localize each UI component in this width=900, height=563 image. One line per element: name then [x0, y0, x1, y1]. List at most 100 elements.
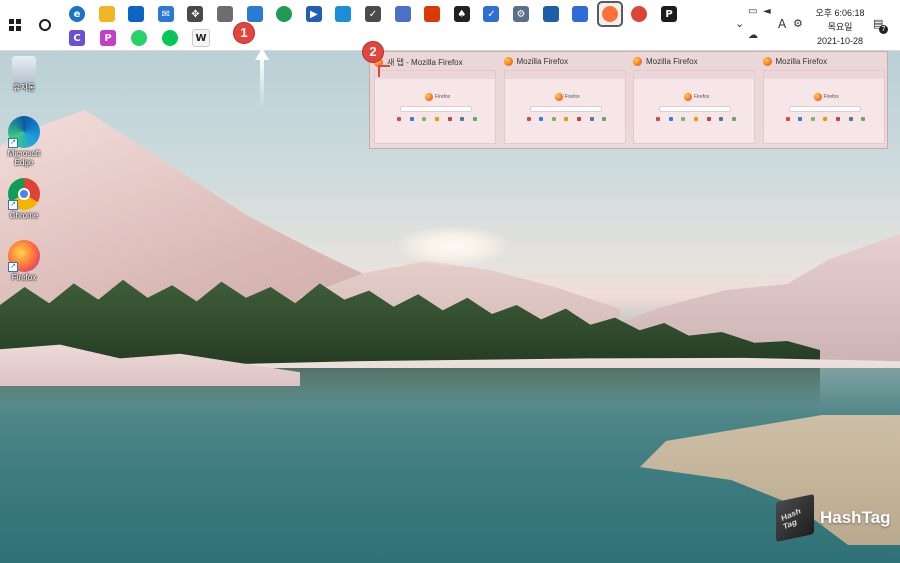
taskbar-app-picsart[interactable]: P	[97, 27, 119, 49]
taskbar-app-todo[interactable]: ✓	[480, 3, 502, 25]
calendar-icon	[572, 6, 589, 22]
taskbar-app-mail[interactable]: ✉	[155, 3, 177, 25]
line-icon	[162, 30, 178, 46]
shortcut-arrow-icon: ↗	[8, 262, 18, 272]
arrow-head-icon	[255, 48, 269, 60]
taskbar-app-file-explorer[interactable]	[96, 3, 118, 25]
clock-day: 목요일	[827, 22, 853, 32]
taskbar-app-solitaire[interactable]: ♠	[451, 3, 473, 25]
thumbnail-title-text: Mozilla Firefox	[646, 57, 698, 66]
taskbar-app-office[interactable]	[421, 3, 443, 25]
volume-icon[interactable]: ◄	[763, 6, 771, 17]
taskbar-app-wikipedia[interactable]: W	[190, 27, 212, 49]
top-site-icon	[460, 117, 465, 121]
clock[interactable]: 오후 6:06:18 목요일 2021-10-28	[800, 6, 880, 48]
up-arrow-annotation	[260, 54, 264, 110]
taskbar-app-calendar[interactable]	[569, 3, 591, 25]
desktop-icon-label: Microsoft Edge	[7, 149, 41, 167]
thumbnail-window-3[interactable]: Mozilla Firefox Firefox	[629, 52, 757, 148]
clock-time: 오후 6:06:18	[815, 8, 865, 18]
chevron-up-icon[interactable]: ⌄	[735, 17, 744, 30]
start-button[interactable]	[9, 19, 21, 31]
picsart-icon: P	[100, 30, 116, 46]
browser-toolbar	[504, 71, 625, 79]
taskbar-app-whatsapp[interactable]	[128, 27, 150, 49]
browser-toolbar	[375, 71, 495, 79]
taskbar-app-text-file[interactable]	[214, 3, 236, 25]
top-site-icon	[731, 117, 736, 121]
top-site-icon	[422, 117, 427, 121]
taskbar-app-earth[interactable]	[273, 3, 295, 25]
taskbar-app-settings[interactable]: ⚙	[510, 3, 532, 25]
taskbar-app-chrome[interactable]	[628, 3, 650, 25]
calculator-icon	[394, 6, 411, 22]
notification-center-icon[interactable]: ▤ 7	[873, 17, 888, 34]
pdf-reader-icon: P	[661, 6, 677, 22]
taskbar-app-line[interactable]	[159, 27, 181, 49]
thumbnail-window-4[interactable]: Mozilla Firefox Firefox	[759, 52, 887, 148]
firefox-icon: ↗	[8, 240, 40, 272]
todo-icon: ✓	[483, 6, 500, 22]
top-site-icon	[409, 117, 414, 121]
text-file-icon	[217, 6, 233, 22]
taskbar: e ✉ ✥ ▶ ✓ ♠ ✓ ⚙ P CPW ⌄ ▭ ◄ A ⚙ ☁ 오후 6:06:18 목요일…	[0, 0, 900, 51]
firefox-icon	[762, 57, 772, 66]
network-icon[interactable]: ▭	[748, 6, 757, 17]
recycle-bin-icon	[12, 56, 36, 82]
top-site-icon	[719, 117, 724, 121]
notification-count: 7	[879, 25, 888, 34]
pointer-annotation	[378, 65, 390, 77]
top-site-icon	[706, 117, 711, 121]
taskbar-app-clipchamp[interactable]: C	[66, 27, 88, 49]
top-site-icon	[539, 117, 544, 121]
firefox-logo-icon	[425, 93, 433, 101]
desktop-icon-label: Chrome	[9, 211, 39, 220]
thumbnail-title-text: Mozilla Firefox	[516, 57, 569, 66]
tasks-icon: ✓	[365, 6, 381, 22]
thumbnail-window-2[interactable]: Mozilla Firefox Firefox	[500, 52, 628, 148]
thumbnail-title: Mozilla Firefox	[762, 57, 828, 66]
onedrive-cloud-icon[interactable]: ☁	[748, 30, 758, 41]
taskbar-app-pdf-reader[interactable]: P	[658, 3, 680, 25]
taskbar-app-calculator[interactable]	[392, 3, 414, 25]
firefox-icon	[633, 57, 642, 66]
top-sites	[656, 117, 736, 122]
firefox-wordmark: Firefox	[435, 94, 451, 100]
watermark-text: HashTag	[820, 508, 891, 527]
edge-icon: e	[69, 6, 85, 22]
chrome-icon	[631, 6, 648, 22]
notepad-icon	[246, 6, 263, 22]
desktop-icon-label: 휴지통	[12, 83, 36, 92]
taskbar-app-move-tool[interactable]: ✥	[184, 3, 206, 25]
desktop-icon-firefox[interactable]: ↗ Firefox	[4, 240, 44, 282]
firefox-logo-icon	[684, 93, 692, 101]
thumbnail-preview: Firefox	[503, 70, 626, 144]
search-box	[400, 106, 472, 112]
taskbar-app-maps[interactable]	[332, 3, 354, 25]
desktop-icon-recycle-bin[interactable]: 휴지통	[4, 56, 44, 92]
desktop-icon-chrome[interactable]: ↗ Chrome	[4, 178, 44, 220]
ime-indicator[interactable]: A	[778, 17, 786, 31]
search-circle-icon[interactable]	[39, 19, 51, 31]
taskbar-app-media-player[interactable]: ▶	[303, 3, 325, 25]
shortcut-arrow-icon: ↗	[8, 200, 18, 210]
top-site-icon	[526, 117, 531, 121]
taskbar-app-tasks[interactable]: ✓	[362, 3, 384, 25]
taskbar-app-store[interactable]	[125, 3, 147, 25]
thumbnail-title-text: Mozilla Firefox	[775, 57, 828, 66]
thumbnail-preview: Firefox	[762, 70, 885, 144]
clock-date: 2021-10-28	[816, 36, 864, 46]
edge-icon: ↗	[8, 116, 40, 148]
settings-icon: ⚙	[513, 6, 529, 22]
firefox-wordmark: Firefox	[823, 94, 839, 100]
desktop-icon-edge[interactable]: ↗ Microsoft Edge	[4, 116, 44, 167]
thumbnail-title: Mozilla Firefox	[633, 57, 698, 66]
taskbar-app-photos[interactable]	[540, 3, 562, 25]
top-site-icon	[681, 117, 686, 121]
top-site-icon	[668, 117, 673, 121]
taskbar-app-edge[interactable]: e	[66, 3, 88, 25]
thumbnail-title-text: 새 탭 - Mozilla Firefox	[387, 58, 463, 67]
taskbar-app-firefox[interactable]	[596, 1, 623, 27]
top-site-icon	[861, 117, 866, 121]
solitaire-icon: ♠	[453, 6, 470, 22]
